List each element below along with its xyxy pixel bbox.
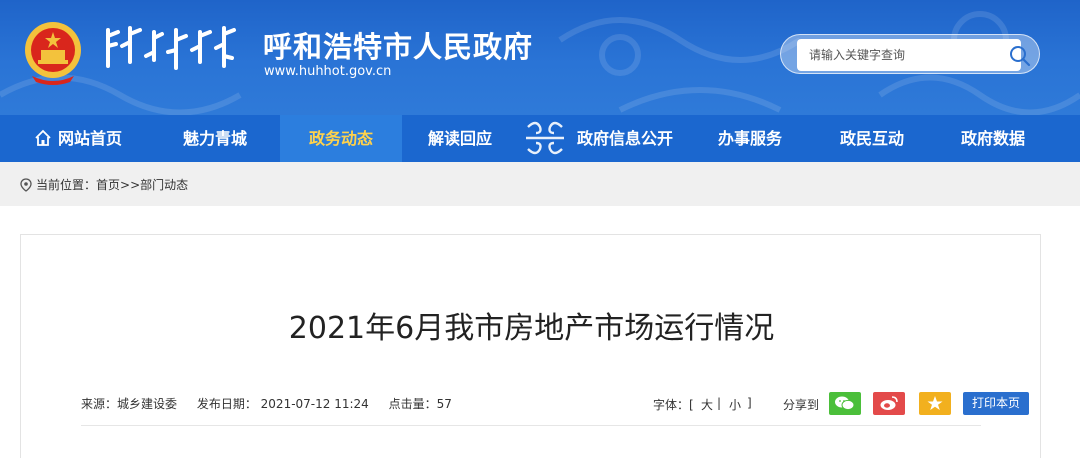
- wechat-icon[interactable]: [829, 392, 861, 415]
- site-url: www.huhhot.gov.cn: [264, 64, 392, 79]
- article-meta: 来源：城乡建设委 发布日期： 2021-07-12 11:24 点击量：57: [81, 395, 468, 412]
- nav-item-label: 解读回应: [427, 129, 492, 148]
- article-title: 2021年6月我市房地产市场运行情况: [288, 311, 775, 346]
- breadcrumb-home-link[interactable]: 首页: [96, 178, 120, 192]
- nav-item-label: 办事服务: [717, 129, 782, 148]
- font-small-button[interactable]: 小: [729, 396, 741, 413]
- font-size-label: 字体：[: [653, 398, 694, 412]
- nav-item-government-news[interactable]: 政务动态: [280, 115, 402, 162]
- site-header: 呼和浩特市人民政府 www.huhhot.gov.cn: [0, 0, 1080, 115]
- nav-item-home[interactable]: 网站首页: [18, 115, 138, 162]
- meta-divider: [81, 425, 981, 426]
- main-nav: 网站首页 魅力青城 政务动态 解读回应 政府信息公开 办事服务 政民互动 政府数…: [0, 115, 1080, 162]
- breadcrumb-bar: 当前位置：首页>>部门动态: [0, 162, 1080, 206]
- font-large-button[interactable]: 大: [701, 396, 713, 413]
- nav-item-label: 网站首页: [57, 129, 122, 148]
- nav-item-label: 政府信息公开: [576, 129, 673, 148]
- site-title: 呼和浩特市人民政府: [263, 30, 534, 64]
- nav-item-gov-data[interactable]: 政府数据: [933, 115, 1053, 162]
- weibo-icon[interactable]: [873, 392, 905, 415]
- nav-center-ornament-icon: [522, 115, 568, 162]
- breadcrumb: 当前位置：首页>>部门动态: [20, 176, 188, 193]
- nav-item-label: 魅力青城: [182, 129, 247, 148]
- search-icon[interactable]: [1009, 45, 1031, 67]
- article-source: 来源：城乡建设委: [81, 397, 178, 411]
- nav-item-label: 政务动态: [308, 129, 373, 148]
- article-hits: 点击量：57: [388, 397, 452, 411]
- search-box: [780, 34, 1040, 74]
- breadcrumb-separator: >>: [120, 178, 141, 192]
- national-emblem-icon: [22, 20, 84, 86]
- breadcrumb-current-link[interactable]: 部门动态: [140, 178, 188, 192]
- home-icon: [35, 129, 51, 146]
- breadcrumb-prefix: 当前位置：: [36, 178, 97, 192]
- nav-item-gov-info-disclosure[interactable]: 政府信息公开: [565, 115, 685, 162]
- location-pin-icon: [20, 178, 32, 192]
- nav-item-label: 政府数据: [960, 129, 1025, 148]
- mongolian-script-logo: [100, 22, 250, 74]
- nav-item-label: 政民互动: [839, 129, 904, 148]
- search-input[interactable]: [797, 39, 1021, 71]
- nav-item-interpretation[interactable]: 解读回应: [400, 115, 520, 162]
- article-panel: 2021年6月我市房地产市场运行情况 来源：城乡建设委 发布日期： 2021-0…: [20, 234, 1041, 458]
- nav-item-services[interactable]: 办事服务: [690, 115, 810, 162]
- favorite-star-icon[interactable]: [919, 392, 951, 415]
- nav-item-charm-qingcheng[interactable]: 魅力青城: [155, 115, 275, 162]
- share-label: 分享到: [783, 398, 820, 412]
- article-date: 发布日期： 2021-07-12 11:24: [196, 397, 369, 411]
- font-bracket-end: ]: [747, 396, 752, 410]
- font-separator: |: [717, 396, 722, 410]
- print-button[interactable]: 打印本页: [963, 392, 1029, 415]
- nav-item-interaction[interactable]: 政民互动: [812, 115, 932, 162]
